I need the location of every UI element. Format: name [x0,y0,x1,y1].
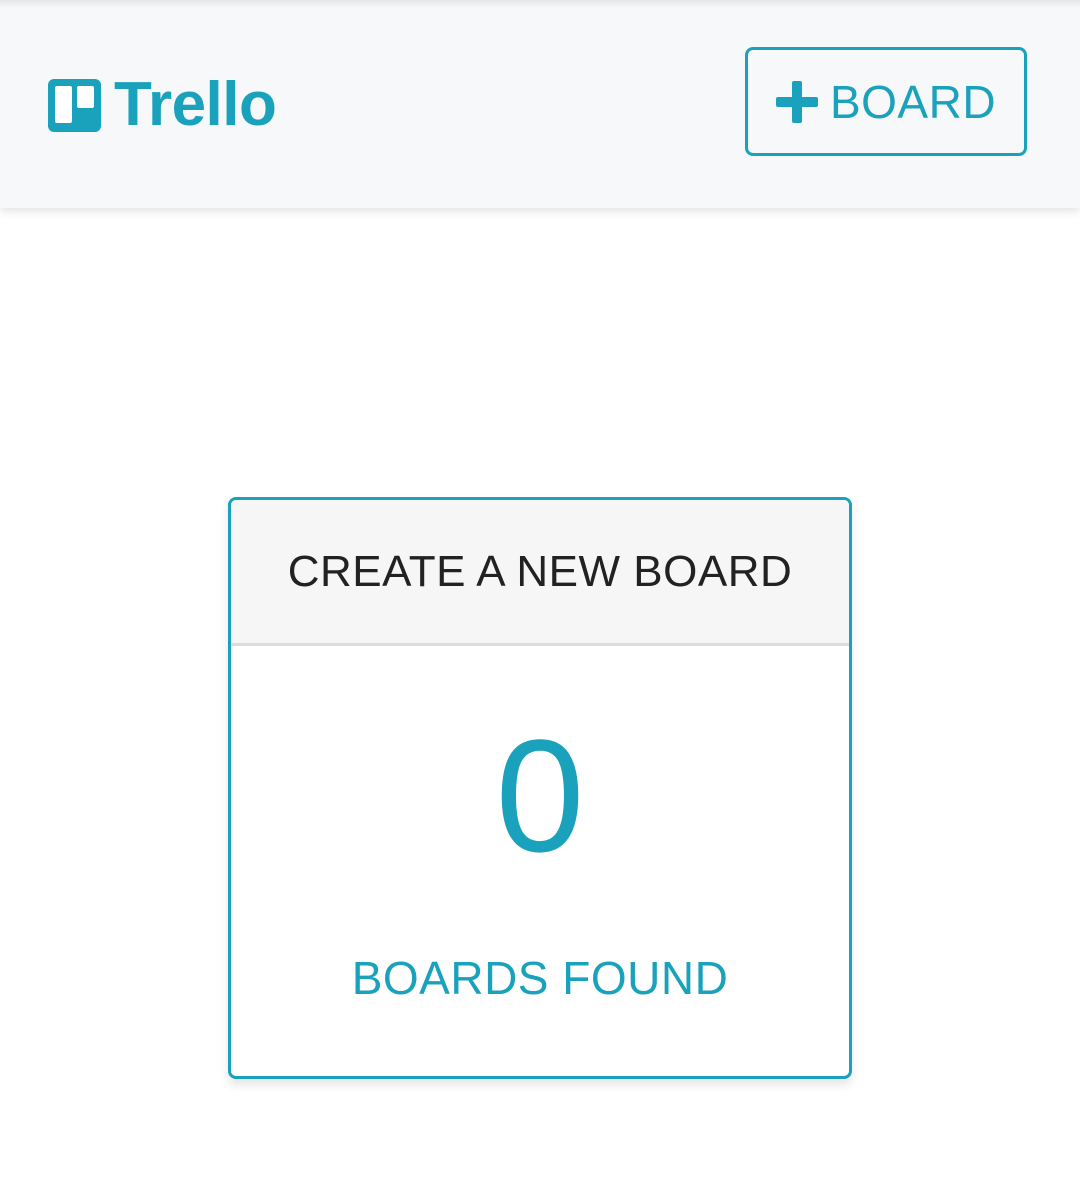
boards-count-panel: 0 BOARDS FOUND [231,646,849,1076]
app-header: Trello BOARD [0,0,1080,208]
create-board-button[interactable]: CREATE A NEW BOARD [231,500,849,646]
boards-card: CREATE A NEW BOARD 0 BOARDS FOUND [228,497,852,1079]
app-name: Trello [114,70,277,139]
plus-icon [775,80,818,123]
trello-logo[interactable]: Trello [48,70,277,139]
trello-logo-icon [48,78,101,132]
create-board-label: CREATE A NEW BOARD [287,546,793,596]
boards-found-label: BOARDS FOUND [351,952,729,1004]
add-board-label: BOARD [829,75,997,128]
add-board-button[interactable]: BOARD [745,47,1027,156]
boards-count: 0 [495,706,585,885]
